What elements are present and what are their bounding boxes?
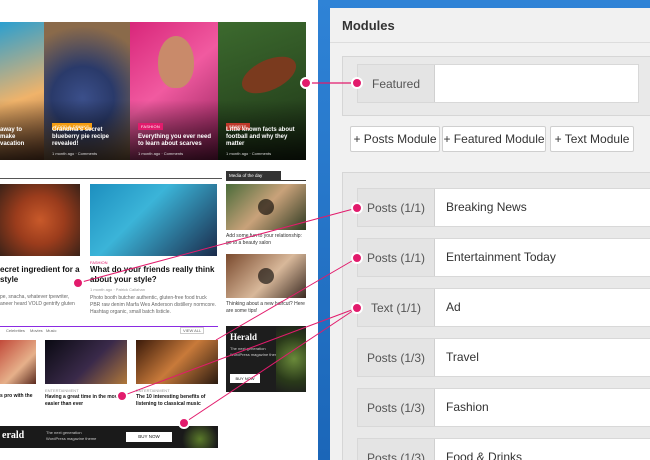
- module-row-ad[interactable]: Text (1/1) Ad: [357, 288, 650, 327]
- banner-buy-button[interactable]: BUY NOW: [126, 432, 172, 442]
- marker-dot: [116, 390, 128, 402]
- football-shape: [236, 49, 302, 101]
- add-featured-module-button[interactable]: + Featured Module: [442, 126, 546, 152]
- featured-module-label: Featured: [358, 65, 435, 102]
- small-image-1[interactable]: [0, 340, 36, 384]
- pasta-image[interactable]: [0, 184, 80, 256]
- tab-movies[interactable]: Movies: [30, 328, 43, 333]
- module-type: Posts (1/3): [358, 339, 435, 376]
- sidebar-rule: [226, 180, 306, 181]
- module-name: Ad: [446, 300, 461, 314]
- sidebar-post-title[interactable]: Add some fun to your relationship: go to…: [226, 233, 308, 247]
- post-excerpt: pe, snacha, whatever tpewriter, aneer he…: [0, 294, 75, 307]
- module-name: Food & Drinks: [446, 450, 523, 460]
- post-title-line2: style: [0, 275, 19, 284]
- marker-dot: [72, 277, 84, 289]
- sidebar-title: Media of the day: [226, 171, 281, 180]
- featured-module-box: Featured: [342, 56, 650, 116]
- card-title: Little known facts about football and wh…: [226, 127, 295, 147]
- tab-celebrities[interactable]: Celebrities: [6, 328, 25, 333]
- module-row-breaking-news[interactable]: Posts (1/1) Breaking News: [357, 188, 650, 227]
- module-type: Text (1/1): [358, 289, 435, 326]
- ad-plant-graphic: [276, 326, 306, 392]
- ad-buy-button[interactable]: BUY NOW: [230, 374, 260, 383]
- card-meta: 1 month ago · Comments: [226, 151, 272, 156]
- module-type: Posts (1/1): [358, 189, 435, 226]
- small-image-2[interactable]: [45, 340, 127, 384]
- featured-card-1[interactable]: away to make vacation: [0, 22, 44, 160]
- add-posts-module-button[interactable]: + Posts Module: [350, 126, 440, 152]
- modules-panel: Modules Featured + Posts Module + Featur…: [330, 8, 650, 460]
- add-text-module-button[interactable]: + Text Module: [550, 126, 634, 152]
- marker-dot: [300, 77, 312, 89]
- ad-line1: The next generation: [230, 346, 266, 351]
- module-name: Breaking News: [446, 200, 527, 214]
- featured-module-row[interactable]: Featured: [357, 64, 639, 103]
- card-title: Grandma's secret blueberry pie recipe re…: [52, 127, 110, 147]
- module-type: Posts (1/1): [358, 239, 435, 276]
- banner-line2: WordPress magazine theme: [46, 436, 97, 441]
- media-image-2[interactable]: [226, 254, 306, 298]
- screenshot-frame: away to make vacation FOOD & DRINKS Gran…: [0, 0, 650, 460]
- featured-card-4[interactable]: SPORTS Little known facts about football…: [218, 22, 306, 160]
- marker-dot: [351, 302, 363, 314]
- marker-dot: [351, 202, 363, 214]
- media-image-1[interactable]: [226, 184, 306, 230]
- featured-card-2[interactable]: FOOD & DRINKS Grandma's secret blueberry…: [44, 22, 130, 160]
- sidebar-post-title[interactable]: Thinking about a new haircut? Here are s…: [226, 301, 308, 315]
- view-all-button[interactable]: VIEW ALL: [180, 327, 205, 334]
- small-post-title[interactable]: The 10 interesting benefits of listening…: [136, 394, 216, 408]
- card-meta: 1 month ago · Comments: [52, 151, 98, 156]
- tab-music[interactable]: Music: [46, 328, 56, 333]
- sidebar-ad[interactable]: Herald The next generation WordPress mag…: [226, 326, 306, 392]
- marker-dot: [351, 77, 363, 89]
- card-meta: 1 month ago · Comments: [138, 151, 184, 156]
- small-image-3[interactable]: [136, 340, 218, 384]
- module-name: Fashion: [446, 400, 489, 414]
- card-title: away to make vacation: [0, 127, 25, 147]
- ad-brand: Herald: [230, 332, 257, 342]
- banner-plant-graphic: [182, 426, 218, 448]
- category-badge: FASHION: [138, 123, 163, 130]
- small-post-category: ENTERTAINMENT: [45, 388, 79, 393]
- post-title[interactable]: ecret ingredient for a: [0, 265, 80, 274]
- panel-header: Modules: [330, 8, 650, 43]
- small-post-category: ENTERTAINMENT: [136, 388, 170, 393]
- marker-dot: [351, 252, 363, 264]
- post-excerpt: Photo booth butcher authentic, gluten-fr…: [90, 295, 217, 315]
- portrait-shape: [158, 36, 194, 88]
- post-title[interactable]: What do your friends really think about …: [90, 265, 218, 285]
- module-row-travel[interactable]: Posts (1/3) Travel: [357, 338, 650, 377]
- section-rule: [0, 178, 222, 179]
- module-name: Travel: [446, 350, 479, 364]
- banner-line1: The next generation: [46, 430, 82, 435]
- bottom-ad-banner[interactable]: erald The next generation WordPress maga…: [0, 426, 218, 448]
- module-type: Posts (1/3): [358, 389, 435, 426]
- ad-line2: WordPress magazine theme: [230, 352, 281, 357]
- small-post-title[interactable]: Having a great time in the movie easier …: [45, 394, 125, 408]
- banner-brand: erald: [2, 430, 25, 441]
- featured-card-3[interactable]: FASHION Everything you ever need to lear…: [130, 22, 218, 160]
- panel-title: Modules: [342, 18, 395, 33]
- module-name: Entertainment Today: [446, 250, 556, 264]
- module-row-fashion[interactable]: Posts (1/3) Fashion: [357, 388, 650, 427]
- magazine-preview: away to make vacation FOOD & DRINKS Gran…: [0, 0, 318, 460]
- small-post-title[interactable]: s pro with the: [0, 393, 38, 400]
- post-meta: 1 month ago · Patrick Callahan: [90, 287, 145, 292]
- module-row-entertainment-today[interactable]: Posts (1/1) Entertainment Today: [357, 238, 650, 277]
- play-icon[interactable]: [258, 199, 274, 215]
- card-title: Everything you ever need to learn about …: [138, 134, 212, 147]
- play-icon[interactable]: [258, 268, 274, 284]
- marker-dot: [178, 417, 190, 429]
- woman-image[interactable]: [90, 184, 217, 256]
- module-type: Posts (1/3): [358, 439, 435, 460]
- module-row-food-drinks[interactable]: Posts (1/3) Food & Drinks: [357, 438, 650, 460]
